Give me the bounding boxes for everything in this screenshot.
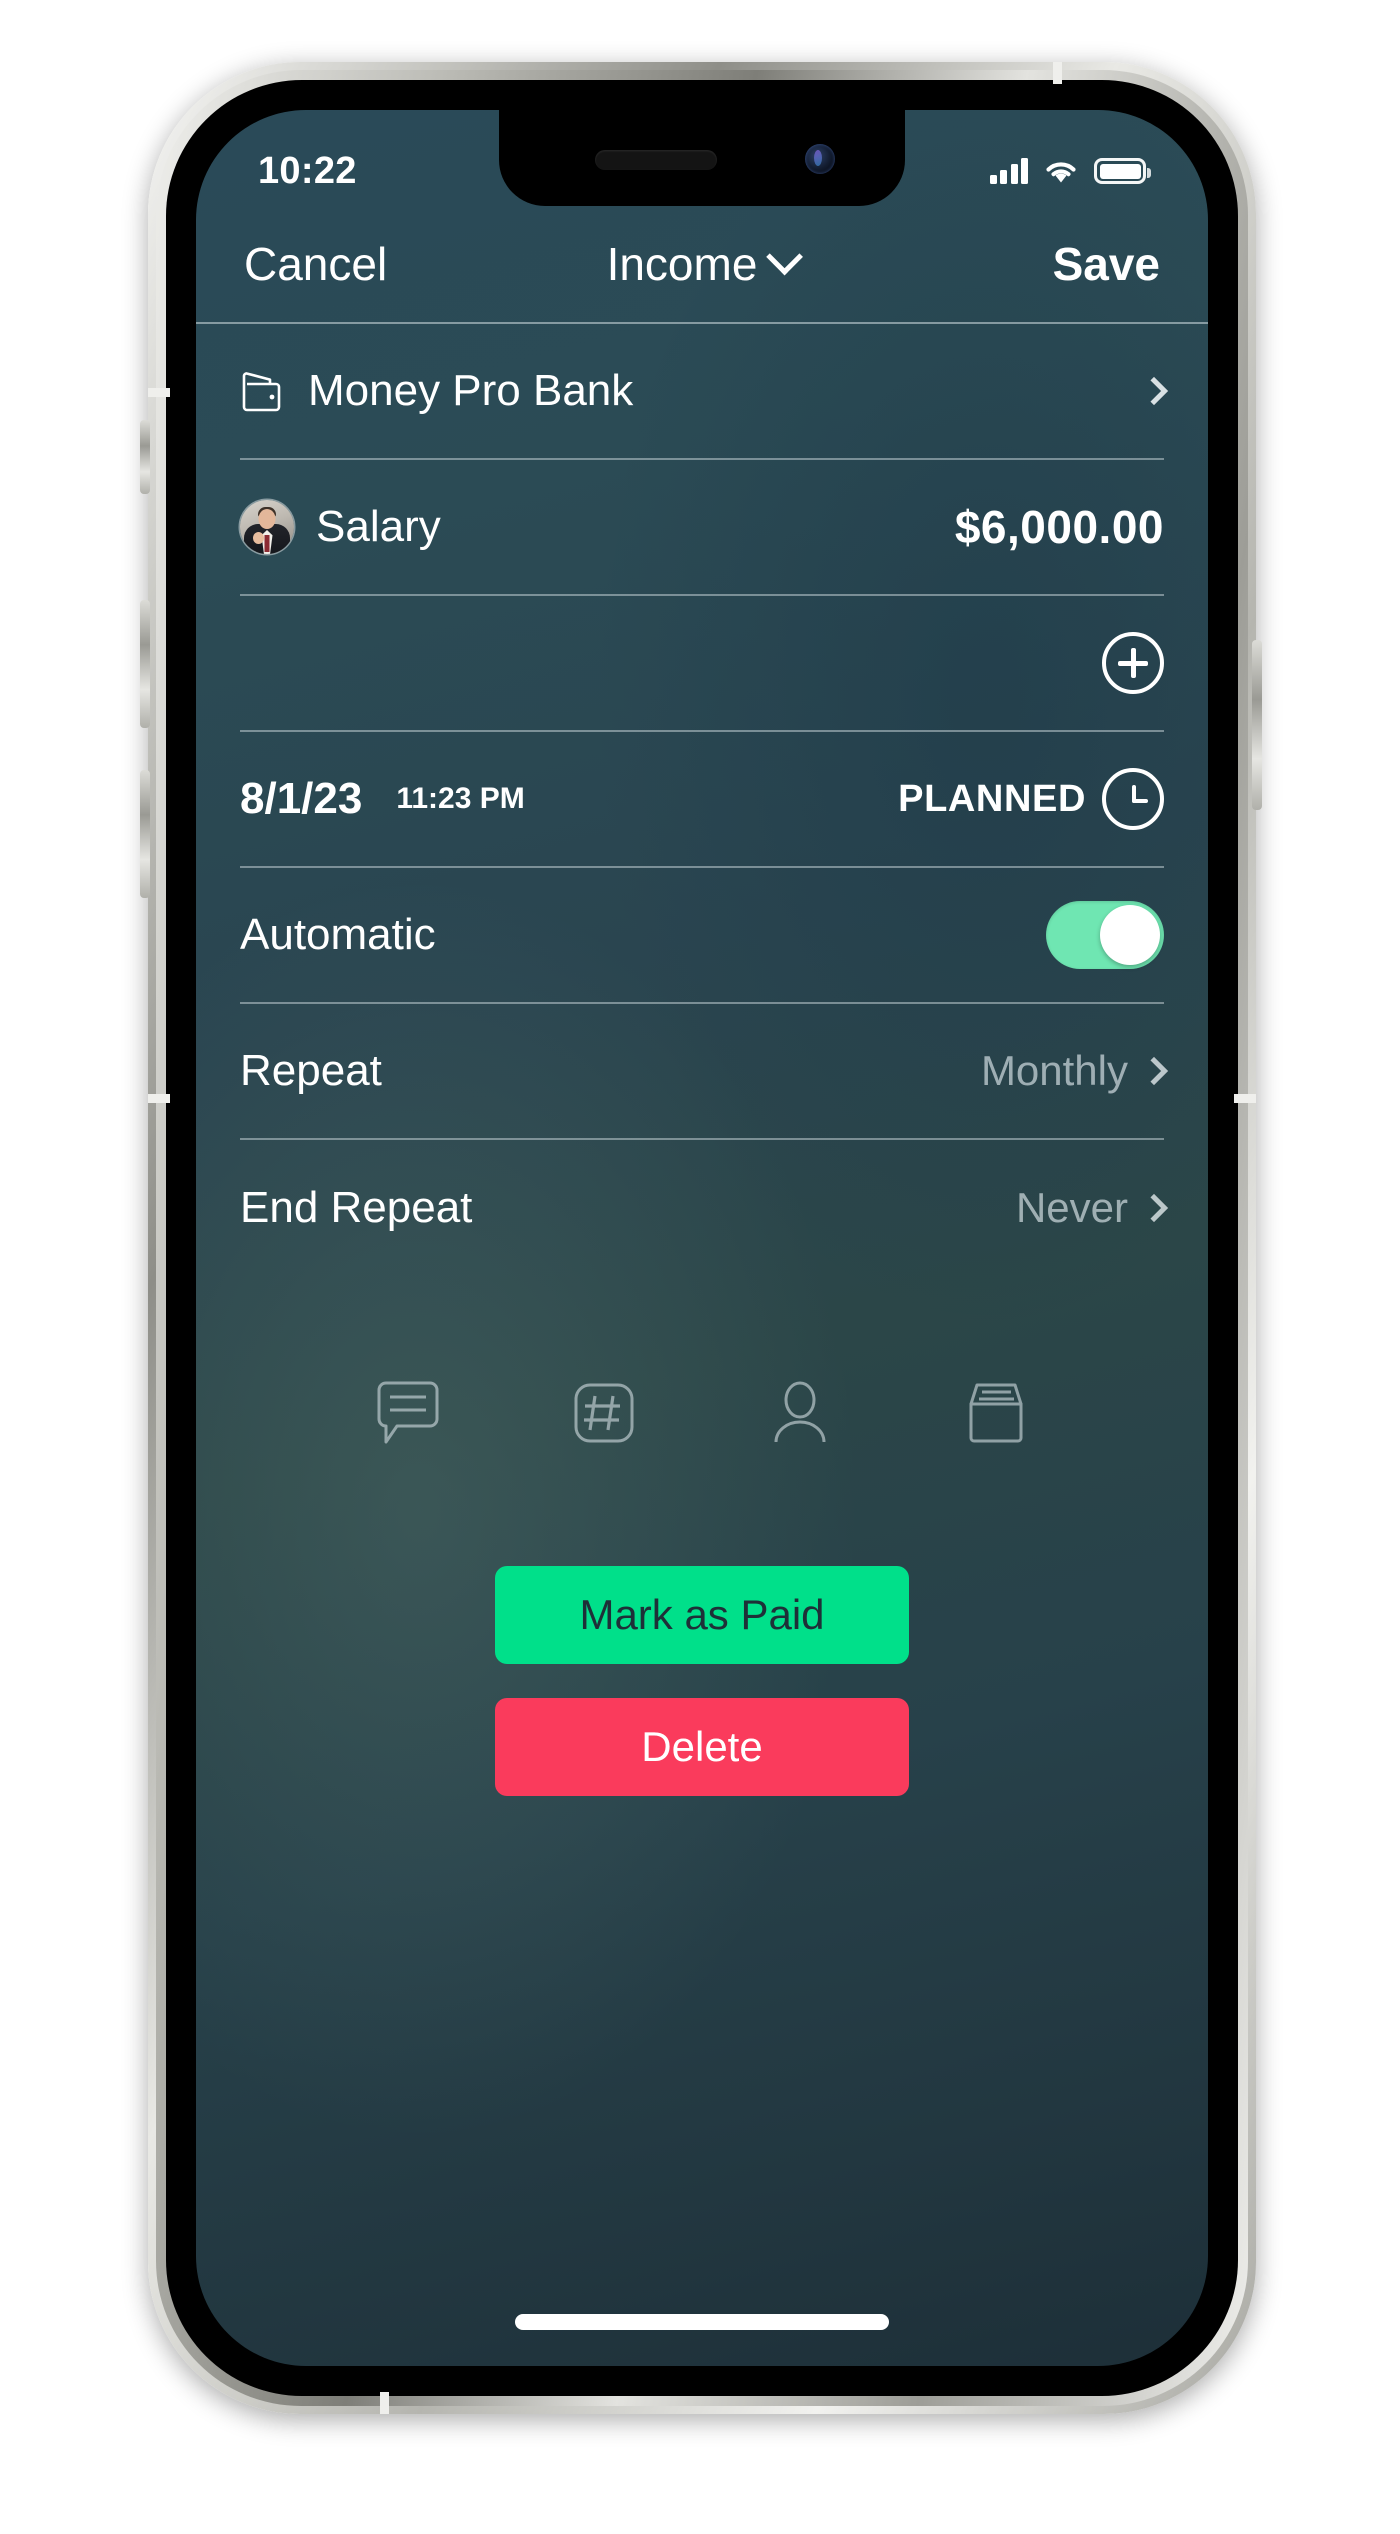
automatic-row[interactable]: Automatic bbox=[240, 868, 1164, 1004]
category-row-left: Salary bbox=[240, 500, 441, 554]
time-value[interactable]: 11:23 PM bbox=[396, 782, 524, 816]
action-buttons: Mark as Paid Delete bbox=[196, 1566, 1208, 1796]
cellular-bars-icon bbox=[989, 158, 1028, 184]
antenna-band-left-lower bbox=[148, 1094, 170, 1103]
phone-bezel: 10:22 Cancel Income Save Money Pro Bank … bbox=[166, 80, 1238, 2396]
front-camera-icon bbox=[805, 144, 835, 174]
chevron-right-icon bbox=[1139, 1193, 1169, 1223]
category-label: Salary bbox=[316, 502, 441, 551]
chevron-right-icon bbox=[1139, 376, 1169, 406]
automatic-toggle[interactable] bbox=[1046, 901, 1164, 969]
repeat-value: Monthly bbox=[980, 1047, 1128, 1094]
date-row[interactable]: 8/1/23 11:23 PM PLANNED bbox=[240, 732, 1164, 868]
phone-screen: 10:22 Cancel Income Save Money Pro Bank … bbox=[196, 110, 1208, 2366]
amount-value[interactable]: $6,000.00 bbox=[955, 500, 1164, 554]
navigation-bar: Cancel Income Save bbox=[196, 206, 1208, 324]
date-row-right[interactable]: PLANNED bbox=[898, 768, 1164, 830]
toggle-knob bbox=[1100, 905, 1160, 965]
date-value[interactable]: 8/1/23 bbox=[240, 774, 362, 824]
wifi-icon bbox=[1044, 158, 1078, 184]
repeat-row[interactable]: Repeat Monthly bbox=[240, 1004, 1169, 1140]
account-label: Money Pro Bank bbox=[308, 366, 634, 415]
plus-circle-icon[interactable] bbox=[1102, 632, 1164, 694]
cancel-button[interactable]: Cancel bbox=[244, 237, 387, 291]
archive-box-icon[interactable] bbox=[959, 1376, 1033, 1450]
antenna-band-right bbox=[1234, 1094, 1256, 1103]
antenna-band-left-upper bbox=[148, 388, 170, 397]
status-icons bbox=[989, 158, 1151, 184]
account-row[interactable]: Money Pro Bank bbox=[240, 324, 1169, 460]
mark-as-paid-button[interactable]: Mark as Paid bbox=[495, 1566, 909, 1664]
notch bbox=[499, 110, 905, 206]
hashtag-tag-icon[interactable] bbox=[567, 1376, 641, 1450]
comment-icon[interactable] bbox=[371, 1376, 445, 1450]
add-split-row[interactable] bbox=[240, 596, 1164, 732]
antenna-band-top bbox=[1053, 62, 1062, 84]
battery-full-icon bbox=[1094, 158, 1151, 184]
account-row-left: Money Pro Bank bbox=[240, 366, 633, 416]
nav-title-label: Income bbox=[606, 238, 758, 290]
chevron-right-icon bbox=[1139, 1056, 1169, 1086]
antenna-band-bottom bbox=[380, 2392, 389, 2414]
category-row-right[interactable]: $6,000.00 bbox=[955, 500, 1164, 554]
power-button[interactable] bbox=[1252, 640, 1262, 810]
end-repeat-label: End Repeat bbox=[240, 1183, 473, 1232]
end-repeat-row-right: Never bbox=[1015, 1184, 1169, 1232]
avatar bbox=[240, 500, 294, 554]
volume-down-button[interactable] bbox=[140, 770, 150, 898]
end-repeat-value: Never bbox=[1015, 1184, 1128, 1231]
payee-person-icon[interactable] bbox=[763, 1376, 837, 1450]
transaction-type-selector[interactable]: Income bbox=[606, 237, 803, 291]
phone-frame: 10:22 Cancel Income Save Money Pro Bank … bbox=[148, 62, 1256, 2414]
chevron-down-icon bbox=[766, 238, 803, 276]
automatic-label: Automatic bbox=[240, 910, 436, 959]
account-row-right bbox=[1139, 376, 1169, 406]
wallet-icon bbox=[240, 370, 286, 412]
home-indicator[interactable] bbox=[515, 2314, 889, 2330]
repeat-label: Repeat bbox=[240, 1046, 382, 1095]
volume-up-button[interactable] bbox=[140, 600, 150, 728]
screenshot-stage: 10:22 Cancel Income Save Money Pro Bank … bbox=[0, 0, 1400, 2534]
clock-icon[interactable] bbox=[1102, 768, 1164, 830]
status-badge: PLANNED bbox=[898, 777, 1086, 820]
repeat-row-right: Monthly bbox=[980, 1047, 1169, 1095]
mute-switch[interactable] bbox=[140, 420, 150, 494]
delete-button[interactable]: Delete bbox=[495, 1698, 909, 1796]
save-button[interactable]: Save bbox=[1053, 237, 1160, 291]
status-time: 10:22 bbox=[258, 149, 357, 192]
category-row[interactable]: Salary $6,000.00 bbox=[240, 460, 1164, 596]
form-content: Money Pro Bank Salary $6,000.00 8/1/23 1… bbox=[196, 324, 1208, 2366]
earpiece-speaker-icon bbox=[595, 150, 717, 170]
end-repeat-row[interactable]: End Repeat Never bbox=[240, 1140, 1169, 1276]
attachment-icon-strip bbox=[196, 1376, 1208, 1450]
date-row-left[interactable]: 8/1/23 11:23 PM bbox=[240, 774, 525, 824]
